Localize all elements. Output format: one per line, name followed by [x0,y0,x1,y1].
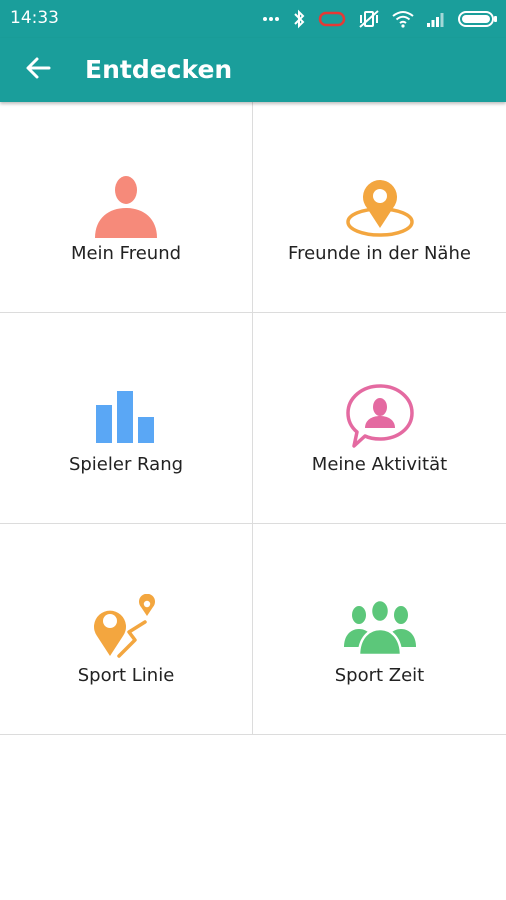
chat-person-icon [253,383,506,449]
bluetooth-icon [292,9,306,29]
status-icons [262,8,498,30]
grid-item-label: Freunde in der Nähe [288,243,471,264]
wifi-icon [392,10,414,28]
app-bar: Entdecken [0,38,506,102]
bar-chart-icon [0,383,252,449]
status-time: 14:33 [10,8,59,28]
grid-row: Mein Freund Freunde in der Nähe [0,102,506,313]
discover-grid: Mein Freund Freunde in der Nähe Spieler … [0,102,506,735]
vibrate-icon [358,9,380,29]
battery-saver-icon [318,11,346,27]
location-pin-icon [253,172,506,238]
grid-item-label: Sport Zeit [334,665,425,686]
grid-item-label: Mein Freund [70,243,182,264]
back-arrow-icon [24,54,52,86]
grid-item-label: Spieler Rang [68,454,184,475]
grid-item-spieler-rang[interactable]: Spieler Rang [0,313,253,523]
grid-row: Spieler Rang Meine Aktivität [0,313,506,524]
signal-icon [426,11,446,27]
group-icon [253,594,506,660]
page-title: Entdecken [85,55,233,84]
more-dots-icon [262,16,280,22]
back-button[interactable] [20,52,56,88]
grid-item-label: Meine Aktivität [311,454,448,475]
grid-item-freunde-in-der-naehe[interactable]: Freunde in der Nähe [253,102,506,312]
grid-item-mein-freund[interactable]: Mein Freund [0,102,253,312]
grid-item-meine-aktivitaet[interactable]: Meine Aktivität [253,313,506,523]
grid-item-sport-linie[interactable]: Sport Linie [0,524,253,734]
status-bar: 14:33 [0,0,506,38]
grid-row: Sport Linie Sport Zeit [0,524,506,735]
person-icon [0,172,252,238]
battery-icon [458,11,498,27]
grid-item-label: Sport Linie [77,665,175,686]
route-icon [0,594,252,660]
grid-item-sport-zeit[interactable]: Sport Zeit [253,524,506,734]
